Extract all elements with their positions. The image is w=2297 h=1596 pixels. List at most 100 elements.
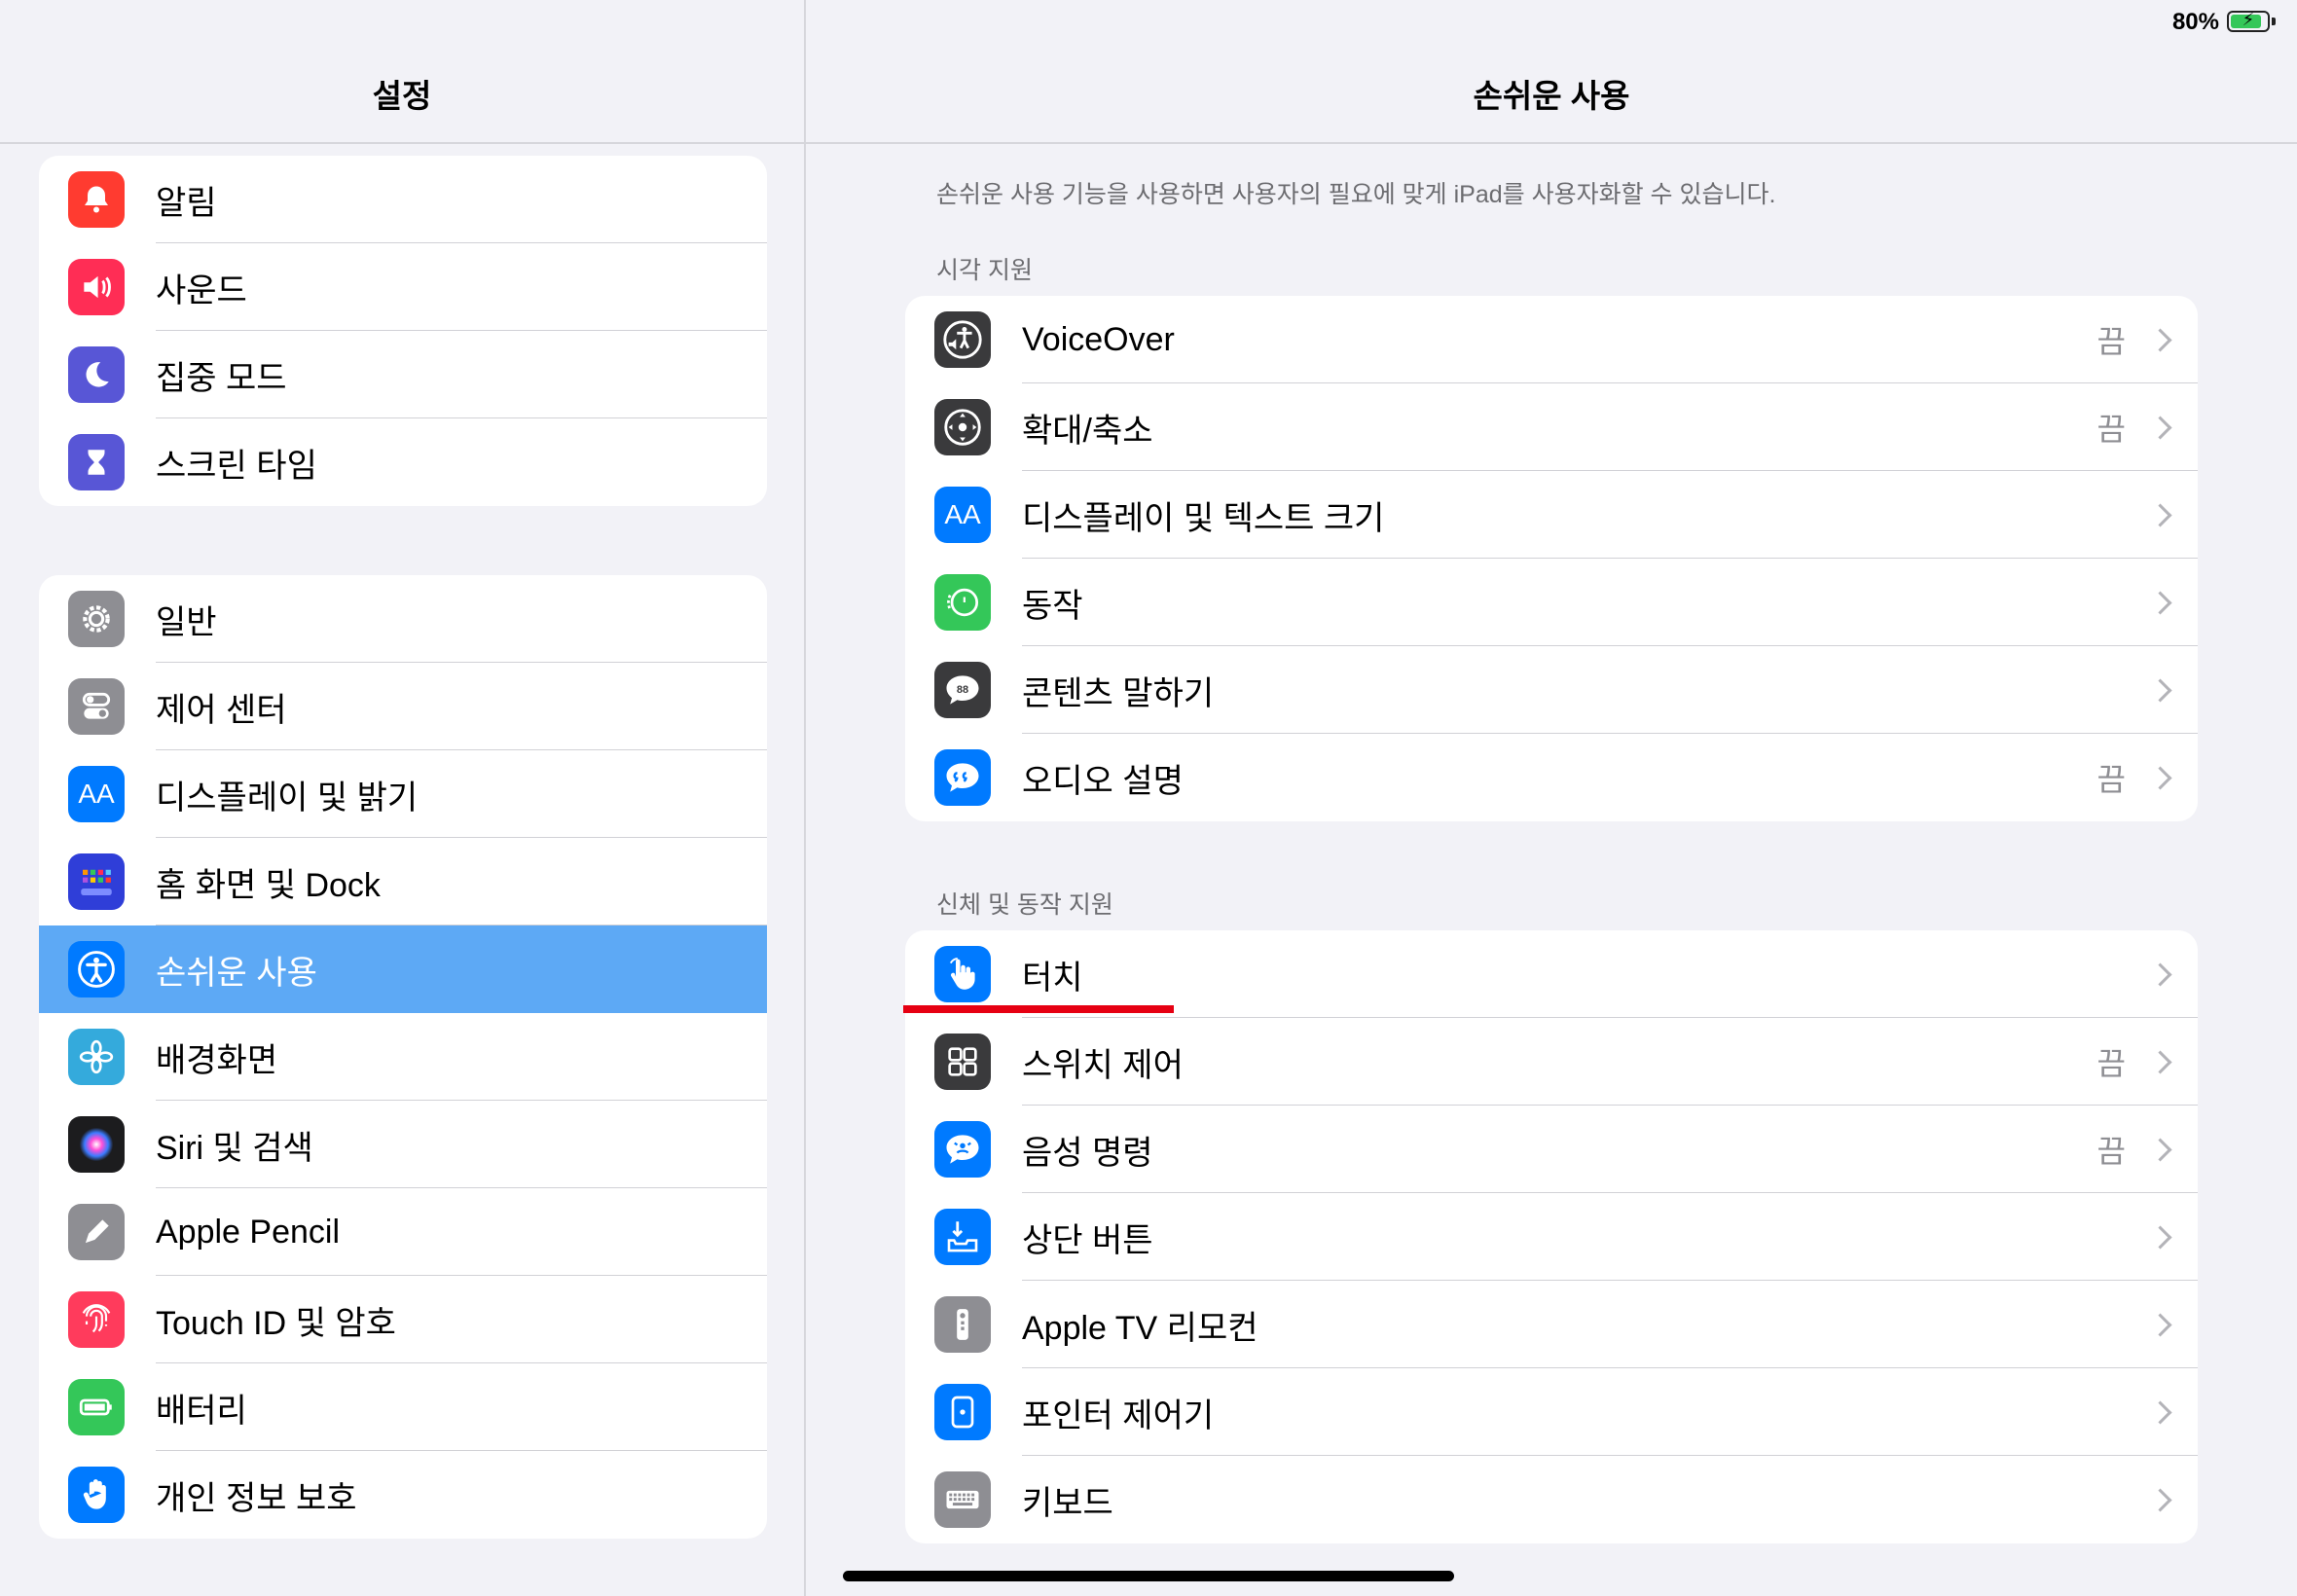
- setting-label: 콘텐츠 말하기: [1022, 674, 1215, 712]
- voice-control-icon: [934, 1121, 991, 1178]
- battery-icon: [68, 1379, 125, 1435]
- sidebar-item-label: 디스플레이 및 밝기: [156, 779, 419, 816]
- setting-top-button[interactable]: 상단 버튼: [905, 1193, 2198, 1281]
- section-header-vision: 시각 지원: [936, 257, 1033, 284]
- sidebar-item-touch-id-passcode[interactable]: Touch ID 및 암호: [39, 1276, 767, 1363]
- home-indicator[interactable]: [843, 1571, 1454, 1581]
- sidebar-header: 설정: [0, 0, 804, 144]
- setting-label: 키보드: [1022, 1484, 1113, 1522]
- chevron-right-icon: [2148, 1399, 2172, 1425]
- hand-icon: [68, 1467, 125, 1523]
- hourglass-icon: [68, 434, 125, 490]
- sidebar-item-label: 스크린 타임: [156, 447, 317, 485]
- motion-icon: [934, 574, 991, 631]
- sidebar-item-label: 손쉬운 사용: [156, 954, 317, 992]
- sidebar-item-siri-search[interactable]: Siri 및 검색: [39, 1101, 767, 1188]
- sidebar-item-sounds[interactable]: 사운드: [39, 243, 767, 331]
- svg-text:88: 88: [957, 684, 968, 696]
- sidebar-item-accessibility[interactable]: 손쉬운 사용: [39, 925, 767, 1013]
- switch-grid-icon: [934, 1034, 991, 1090]
- audio-description-icon: [934, 749, 991, 806]
- home-grid-icon: [68, 853, 125, 910]
- sidebar-item-label: 홈 화면 및 Dock: [156, 866, 381, 904]
- setting-label: Apple TV 리모컨: [1022, 1309, 1258, 1347]
- keyboard-icon: [934, 1471, 991, 1528]
- setting-audio-descriptions[interactable]: 오디오 설명 끔: [905, 734, 2198, 821]
- chevron-right-icon: [2148, 1137, 2172, 1162]
- sidebar-item-display-brightness[interactable]: AA 디스플레이 및 밝기: [39, 750, 767, 838]
- setting-switch-control[interactable]: 스위치 제어 끔: [905, 1018, 2198, 1106]
- setting-zoom[interactable]: 확대/축소 끔: [905, 383, 2198, 471]
- setting-label: 확대/축소: [1022, 412, 1153, 450]
- setting-value: 끔: [2096, 762, 2126, 797]
- chevron-right-icon: [2148, 502, 2172, 527]
- sidebar-item-label: 배경화면: [156, 1041, 278, 1079]
- speech-bubble-icon: 88: [934, 662, 991, 718]
- section-header-physical: 신체 및 동작 지원: [936, 891, 1113, 919]
- sidebar-item-label: Siri 및 검색: [156, 1129, 313, 1167]
- sidebar-group-general: 일반 제어 센터 AA 디스플레이 및 밝기 홈 화면 및 Dock 손쉬운 사…: [39, 575, 767, 1539]
- sidebar-item-label: 사운드: [156, 272, 247, 309]
- sidebar-item-label: 집중 모드: [156, 359, 287, 397]
- setting-label: 터치: [1022, 959, 1083, 997]
- settings-sidebar: 설정 알림 사운드 집중 모드 스크린 타임 일반 제어 센터 AA 디스플레이…: [0, 0, 806, 1596]
- sidebar-item-label: 배터리: [156, 1392, 247, 1430]
- sidebar-title: 설정: [372, 78, 432, 114]
- setting-label: 오디오 설명: [1022, 762, 1184, 800]
- sidebar-item-apple-pencil[interactable]: Apple Pencil: [39, 1188, 767, 1276]
- chevron-right-icon: [2148, 677, 2172, 703]
- sidebar-item-home-screen-dock[interactable]: 홈 화면 및 Dock: [39, 838, 767, 925]
- setting-value: 끔: [2096, 1046, 2126, 1081]
- setting-voice-control[interactable]: 음성 명령 끔: [905, 1106, 2198, 1193]
- setting-keyboards[interactable]: 키보드: [905, 1456, 2198, 1543]
- sidebar-item-screen-time[interactable]: 스크린 타임: [39, 418, 767, 506]
- sidebar-item-privacy[interactable]: 개인 정보 보호: [39, 1451, 767, 1539]
- sidebar-item-label: 일반: [156, 603, 217, 641]
- chevron-right-icon: [2148, 590, 2172, 615]
- detail-header: 손쉬운 사용: [806, 0, 2297, 144]
- setting-label: VoiceOver: [1022, 320, 1175, 358]
- gear-icon: [68, 591, 125, 647]
- setting-motion[interactable]: 동작: [905, 559, 2198, 646]
- zoom-icon: [934, 399, 991, 455]
- sidebar-item-label: 제어 센터: [156, 691, 287, 729]
- sidebar-item-notifications[interactable]: 알림: [39, 156, 767, 243]
- toggles-icon: [68, 678, 125, 735]
- setting-label: 포인터 제어기: [1022, 1396, 1215, 1434]
- voiceover-icon: [934, 311, 991, 368]
- sidebar-item-label: 개인 정보 보호: [156, 1479, 357, 1517]
- chevron-right-icon: [2148, 415, 2172, 440]
- bell-icon: [68, 171, 125, 228]
- flower-icon: [68, 1029, 125, 1085]
- setting-spoken-content[interactable]: 88 콘텐츠 말하기: [905, 646, 2198, 734]
- siri-icon: [68, 1116, 125, 1173]
- top-button-icon: [934, 1209, 991, 1265]
- setting-label: 동작: [1022, 587, 1083, 625]
- vision-settings-group: VoiceOver 끔 확대/축소 끔 AA 디스플레이 및 텍스트 크기 동작…: [905, 296, 2198, 821]
- sidebar-item-label: Touch ID 및 암호: [156, 1304, 396, 1342]
- chevron-right-icon: [2148, 1487, 2172, 1512]
- setting-voiceover[interactable]: VoiceOver 끔: [905, 296, 2198, 383]
- chevron-right-icon: [2148, 1049, 2172, 1074]
- text-size-icon: AA: [68, 766, 125, 822]
- setting-value: 끔: [2096, 412, 2126, 447]
- sidebar-item-battery[interactable]: 배터리: [39, 1363, 767, 1451]
- sidebar-item-label: Apple Pencil: [156, 1213, 341, 1251]
- physical-settings-group: 터치 스위치 제어 끔 음성 명령 끔 상단 버튼 Apple TV 리모컨 포…: [905, 930, 2198, 1543]
- sidebar-item-control-center[interactable]: 제어 센터: [39, 663, 767, 750]
- page-title: 손쉬운 사용: [1473, 78, 1630, 114]
- setting-value: 끔: [2096, 324, 2126, 359]
- highlight-underline: [903, 1005, 1174, 1013]
- sidebar-item-focus[interactable]: 집중 모드: [39, 331, 767, 418]
- pencil-icon: [68, 1204, 125, 1260]
- setting-label: 음성 명령: [1022, 1134, 1153, 1172]
- setting-label: 디스플레이 및 텍스트 크기: [1022, 499, 1385, 537]
- setting-pointer-control[interactable]: 포인터 제어기: [905, 1368, 2198, 1456]
- setting-apple-tv-remote[interactable]: Apple TV 리모컨: [905, 1281, 2198, 1368]
- text-size-icon: AA: [934, 487, 991, 543]
- setting-label: 상단 버튼: [1022, 1221, 1153, 1259]
- sidebar-item-general[interactable]: 일반: [39, 575, 767, 663]
- setting-display-text-size[interactable]: AA 디스플레이 및 텍스트 크기: [905, 471, 2198, 559]
- chevron-right-icon: [2148, 1312, 2172, 1337]
- sidebar-item-wallpaper[interactable]: 배경화면: [39, 1013, 767, 1101]
